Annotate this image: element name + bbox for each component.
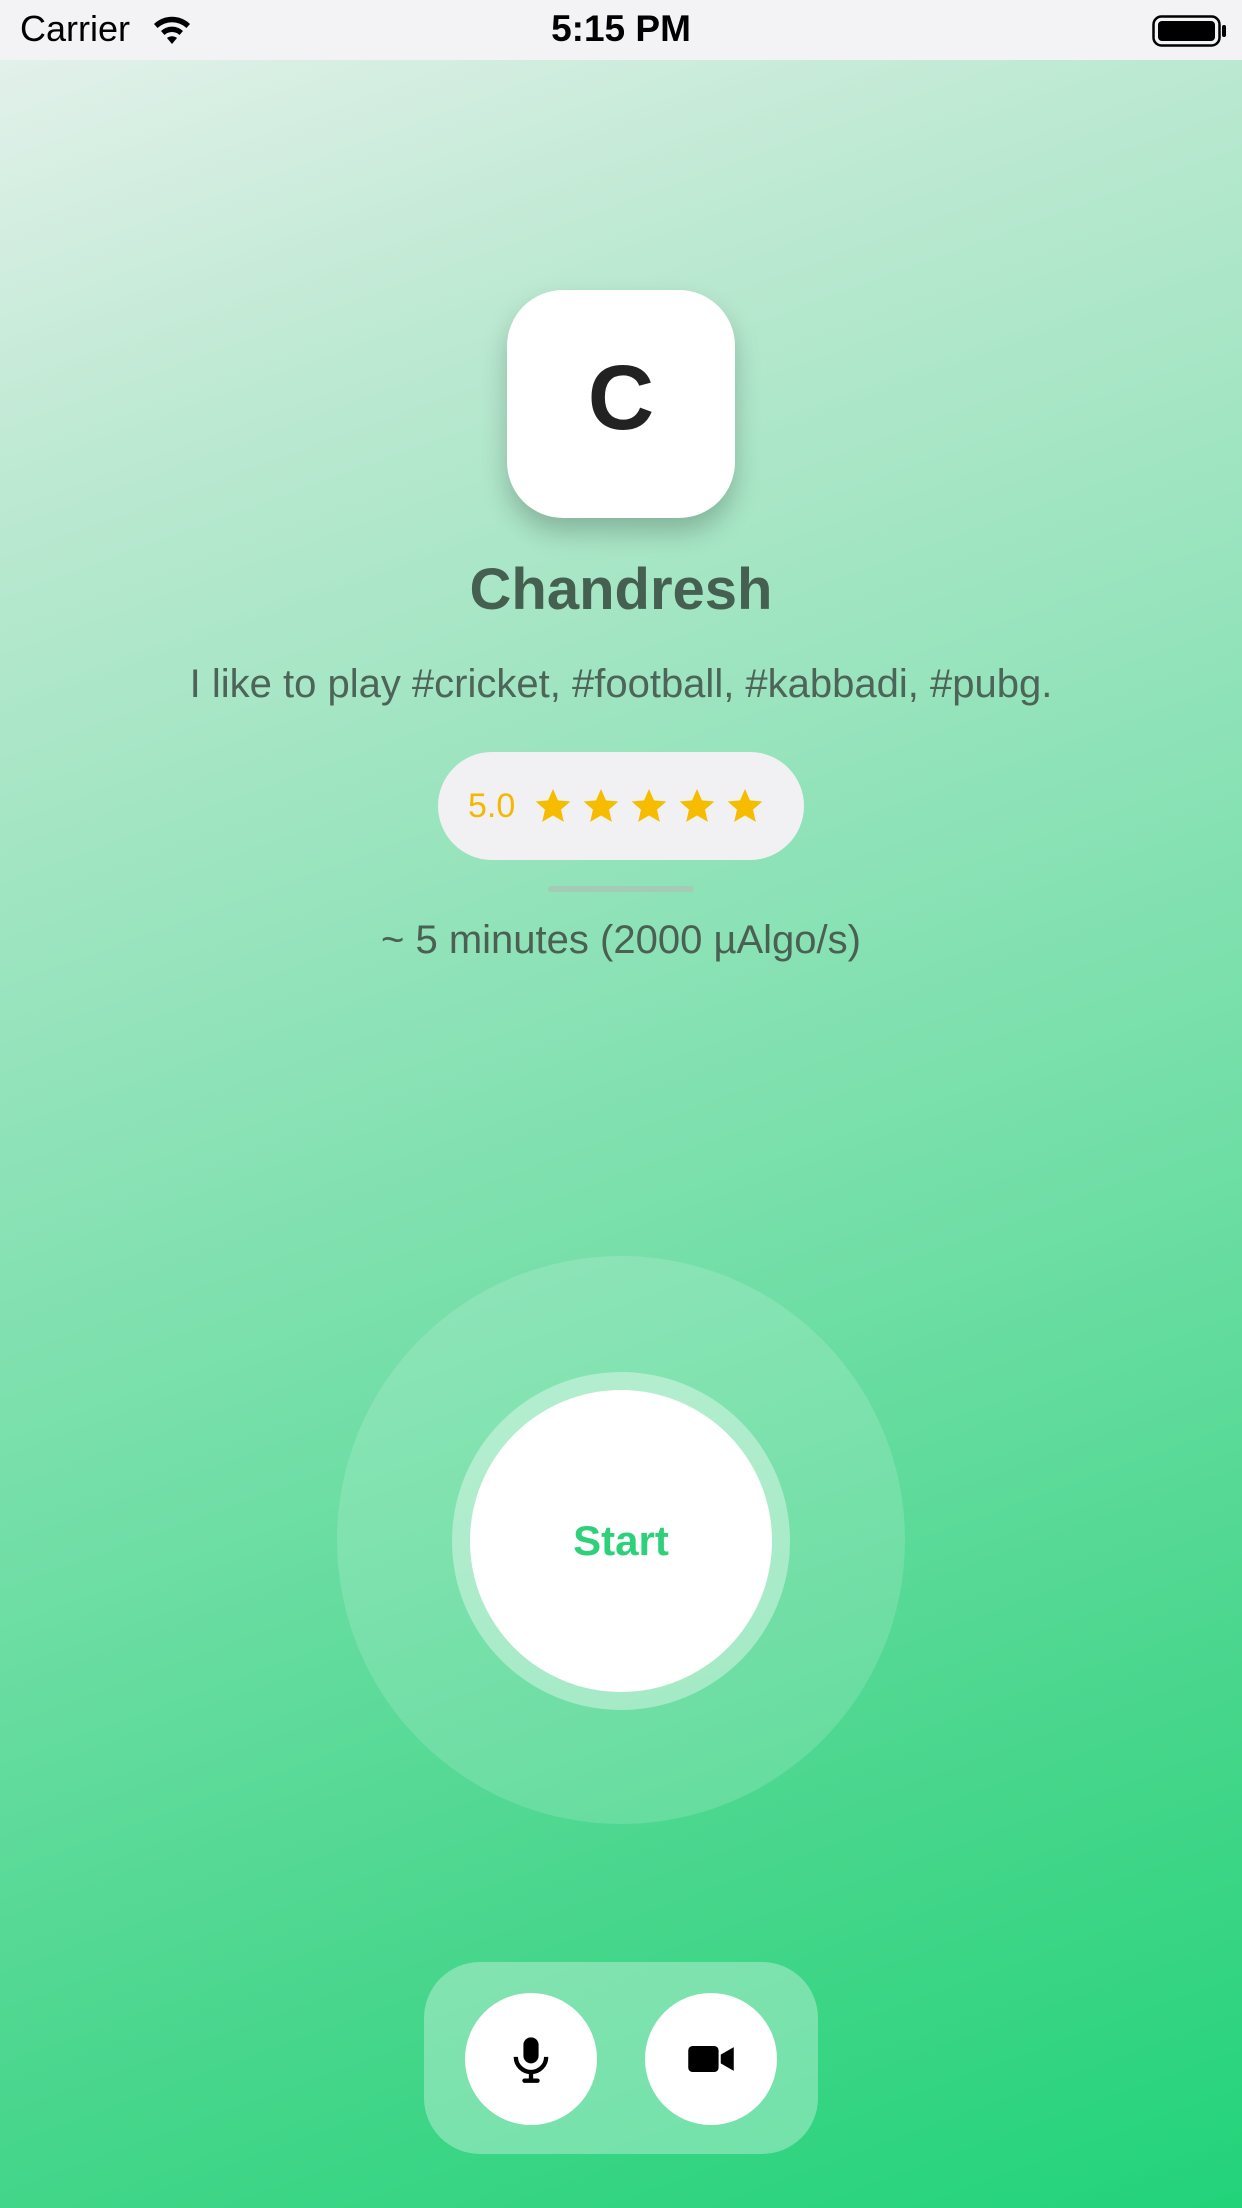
divider [548,886,694,892]
rating-badge: 5.0 [438,752,804,860]
star-icon [535,789,571,822]
battery-icon [1152,15,1226,47]
call-screen: Carrier 5:15 PM C Chandresh I like to pl… [0,0,1242,2208]
star-icon [679,789,715,822]
profile-name: Chandresh [469,557,773,622]
start-button[interactable]: Start [470,1390,772,1692]
profile-bio: I like to play #cricket, #football, #kab… [189,662,1053,706]
avatar: C [507,290,735,518]
star-icon [727,789,763,822]
call-duration-rate: ~ 5 minutes (2000 µAlgo/s) [381,918,861,962]
star-icon [583,789,619,822]
start-button-label: Start [573,1517,669,1564]
microphone-button[interactable] [465,1993,597,2125]
rating-value: 5.0 [468,786,516,825]
status-bar: Carrier 5:15 PM [0,0,1242,60]
video-camera-button[interactable] [645,1993,777,2125]
microphone-icon [513,2037,549,2083]
star-icon [631,789,667,822]
status-time: 5:15 PM [551,8,691,49]
avatar-initial: C [587,347,655,449]
video-camera-icon [688,2046,734,2072]
